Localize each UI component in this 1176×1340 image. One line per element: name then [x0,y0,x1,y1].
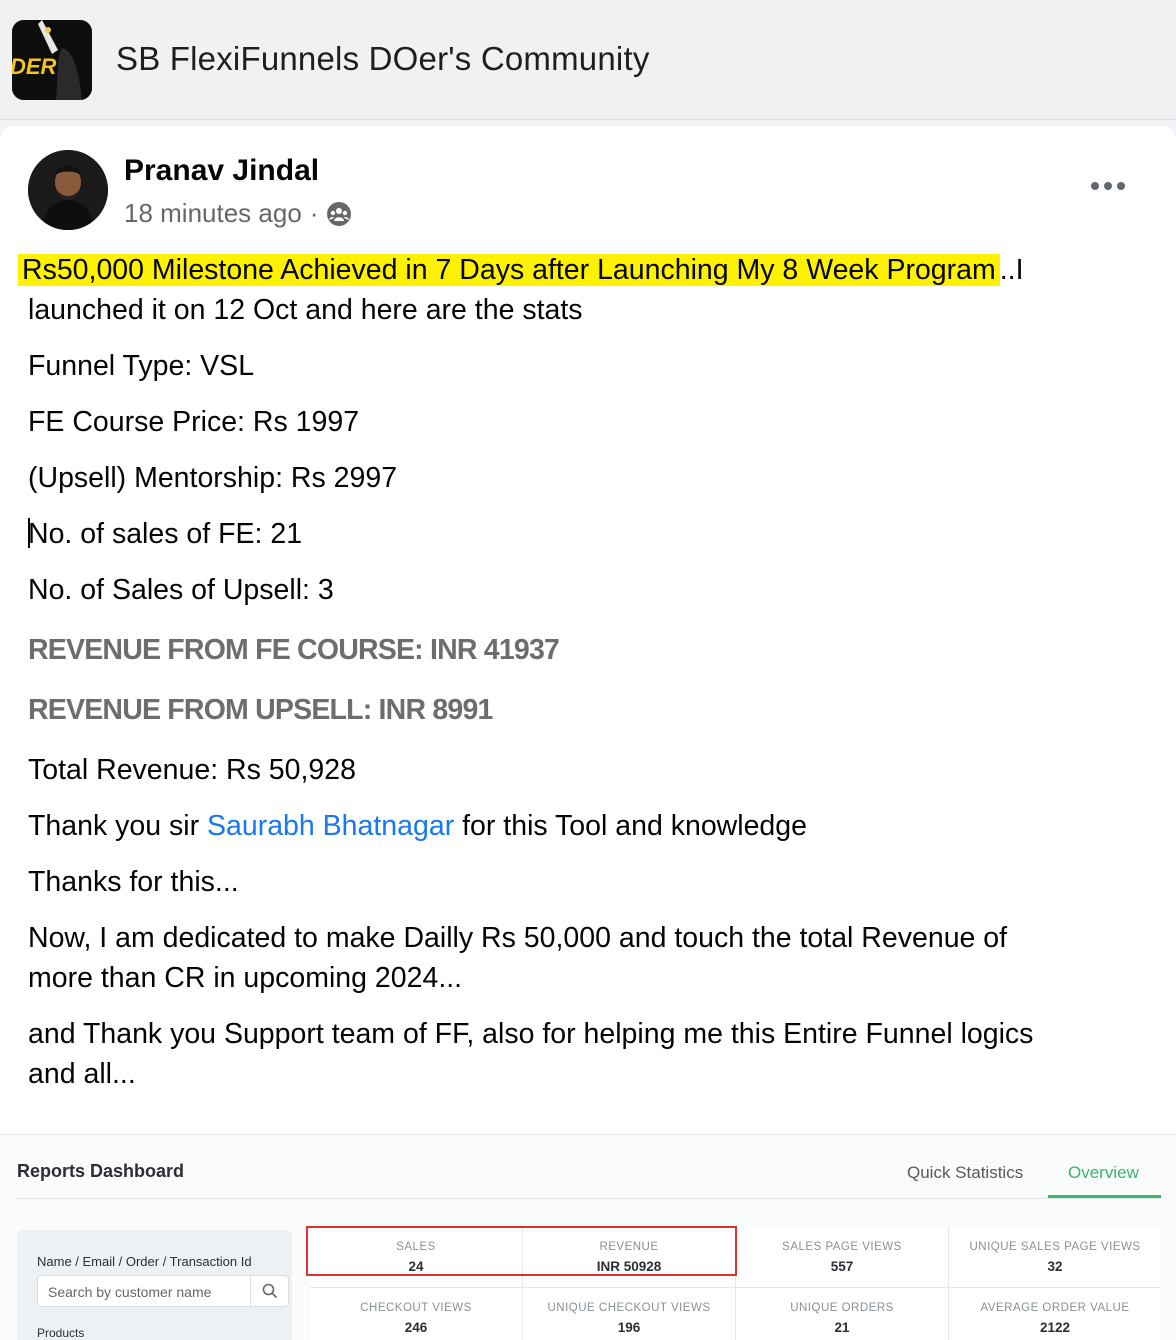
svg-text:DER: DER [12,54,57,79]
revenue-fe-course: REVENUE FROM FE COURSE: INR 41937 [28,634,560,666]
dashboard-divider [17,1198,1161,1199]
author-name[interactable]: Pranav Jindal [124,154,319,188]
post-meta: 18 minutes ago · [124,198,352,229]
stat-value: 557 [830,1259,854,1274]
fe-sales-text: No. of sales of FE: 21 [28,518,303,550]
thanks-suffix: for this Tool and knowledge [454,810,807,842]
thanks-prefix: Thank you sir [28,810,207,842]
more-horizontal-icon [1091,182,1099,190]
products-label: Products [37,1326,85,1340]
support-line-1: and Thank you Support team of FF, also f… [28,1018,1034,1050]
headline-suffix: ..I [999,254,1024,286]
tab-quick-statistics: Quick Statistics [907,1163,1024,1182]
post-card: Pranav Jindal 18 minutes ago · Rs50,000 … [0,126,1176,1340]
stat-value: 2122 [1039,1320,1071,1335]
stat-unique-checkout-views: UNIQUE CHECKOUT VIEWS 196 [523,1288,735,1340]
stat-sales-page-views: SALES PAGE VIEWS 557 [736,1227,948,1287]
active-tab-underline [1048,1195,1161,1198]
post-line: launched it on 12 Oct and here are the s… [28,294,583,326]
highlighted-headline: Rs50,000 Milestone Achieved in 7 Days af… [18,254,1000,286]
grid-divider [948,1227,949,1340]
dashboard-title: Reports Dashboard [17,1161,185,1181]
stat-value: 246 [404,1320,428,1335]
author-avatar[interactable] [28,150,108,230]
support-line-2: and all... [28,1058,136,1090]
group-logo-icon: DER [12,20,92,100]
revenue-upsell: REVENUE FROM UPSELL: INR 8991 [28,694,493,726]
filter-panel: Name / Email / Order / Transaction Id Pr… [17,1230,292,1340]
stat-unique-sales-page-views: UNIQUE SALES PAGE VIEWS 32 [949,1227,1161,1287]
fe-sales-count: No. of sales of FE: 21 [28,514,1138,554]
more-dot [1104,182,1112,190]
customer-search-input [48,1282,228,1302]
thanks-line: Thank you sir Saurabh Bhatnagar for this… [28,806,1138,846]
funnel-type: Funnel Type: VSL [28,350,255,382]
stat-label: UNIQUE SALES PAGE VIEWS [969,1241,1141,1253]
grid-divider [310,1287,1161,1288]
tab-overview: Overview [1068,1163,1139,1182]
stat-value: 32 [1047,1259,1063,1274]
fe-course-price: FE Course Price: Rs 1997 [28,406,360,438]
stat-label: SALES PAGE VIEWS [782,1241,902,1253]
stat-unique-orders: UNIQUE ORDERS 21 [736,1288,948,1340]
total-revenue: Total Revenue: Rs 50,928 [28,754,356,786]
goal-line-1: Now, I am dedicated to make Dailly Rs 50… [28,922,1008,954]
red-highlight-box [306,1226,737,1276]
group-title[interactable]: SB FlexiFunnels DOer's Community [116,40,650,78]
upsell-sales-count: No. of Sales of Upsell: 3 [28,574,334,606]
stat-value: 196 [617,1320,641,1335]
search-icon [250,1276,288,1306]
stat-label: UNIQUE CHECKOUT VIEWS [547,1302,711,1314]
group-header: DER SB FlexiFunnels DOer's Community [0,0,1176,120]
meta-separator: · [309,198,319,228]
post-headline-line: Rs50,000 Milestone Achieved in 7 Days af… [18,250,1138,290]
mention-link[interactable]: Saurabh Bhatnagar [207,810,454,842]
group-icon [327,201,352,226]
reports-dashboard-image[interactable]: Reports Dashboard Quick Statistics Overv… [0,1134,1176,1340]
customer-search [37,1275,289,1307]
thanks-short: Thanks for this... [28,866,239,898]
stat-label: AVERAGE ORDER VALUE [980,1302,1130,1314]
stat-label: UNIQUE ORDERS [790,1302,894,1314]
stat-label: CHECKOUT VIEWS [360,1302,472,1314]
group-avatar[interactable]: DER [12,20,92,100]
more-options-button[interactable] [1084,170,1132,202]
post-timestamp[interactable]: 18 minutes ago [124,198,302,229]
goal-line-2: more than CR in upcoming 2024... [28,962,463,994]
stat-value: 21 [834,1320,850,1335]
person-avatar-icon [28,150,108,230]
stat-checkout-views: CHECKOUT VIEWS 246 [310,1288,522,1340]
filter-label: Name / Email / Order / Transaction Id [37,1254,252,1269]
stat-average-order-value: AVERAGE ORDER VALUE 2122 [949,1288,1161,1340]
more-dot [1117,182,1125,190]
upsell-price: (Upsell) Mentorship: Rs 2997 [28,462,398,494]
